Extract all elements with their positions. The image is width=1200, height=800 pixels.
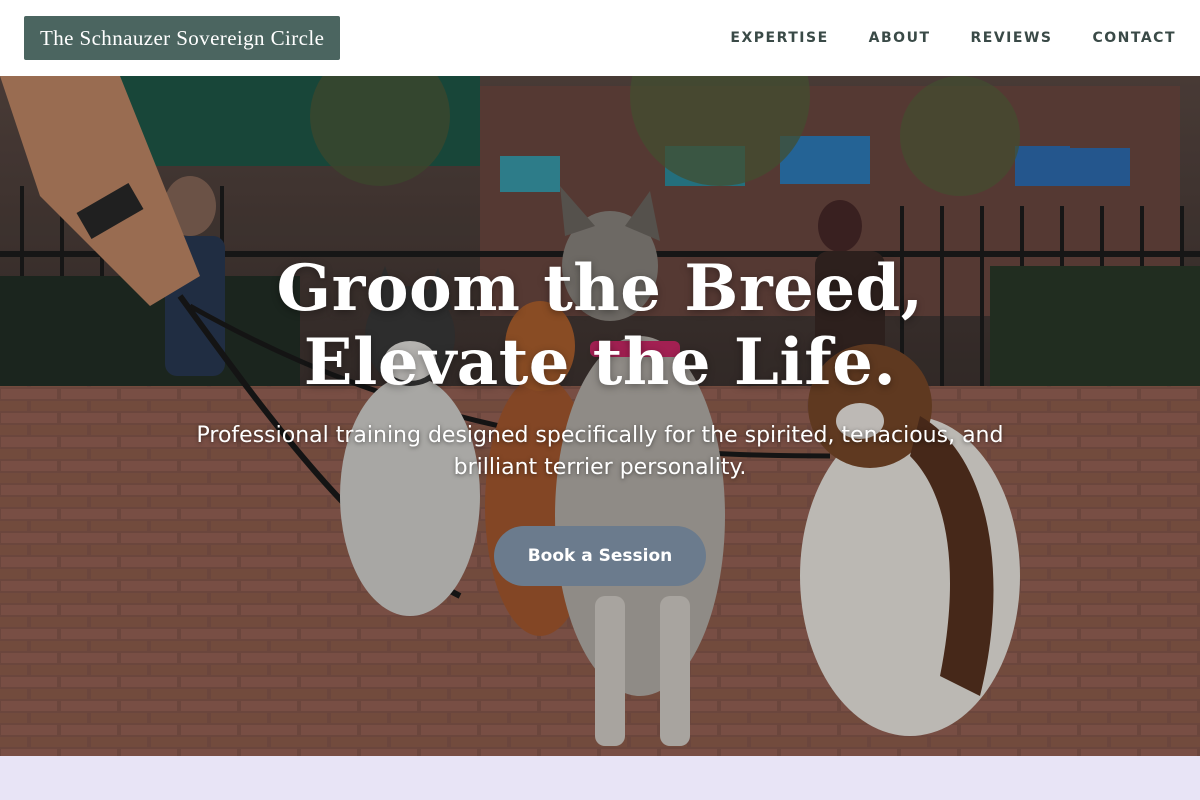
hero-subtitle: Professional training designed specifica… [196, 423, 1004, 480]
main-nav: EXPERTISE ABOUT REVIEWS CONTACT [730, 30, 1176, 46]
nav-link-expertise[interactable]: EXPERTISE [730, 30, 828, 46]
hero-title: Groom the Breed, Elevate the Life. [276, 252, 923, 400]
next-section [0, 756, 1200, 800]
nav-link-contact[interactable]: CONTACT [1092, 30, 1176, 46]
nav-link-about[interactable]: ABOUT [869, 30, 931, 46]
book-session-button[interactable]: Book a Session [494, 526, 706, 586]
nav-link-reviews[interactable]: REVIEWS [971, 30, 1053, 46]
brand-logo[interactable]: The Schnauzer Sovereign Circle [24, 16, 341, 60]
site-header: The Schnauzer Sovereign Circle EXPERTISE… [0, 0, 1200, 76]
hero-section: Groom the Breed, Elevate the Life. Profe… [0, 76, 1200, 756]
hero-title-line-2: Elevate the Life. [303, 325, 897, 400]
hero-title-line-1: Groom the Breed, [276, 251, 924, 326]
hero-content: Groom the Breed, Elevate the Life. Profe… [0, 76, 1200, 756]
